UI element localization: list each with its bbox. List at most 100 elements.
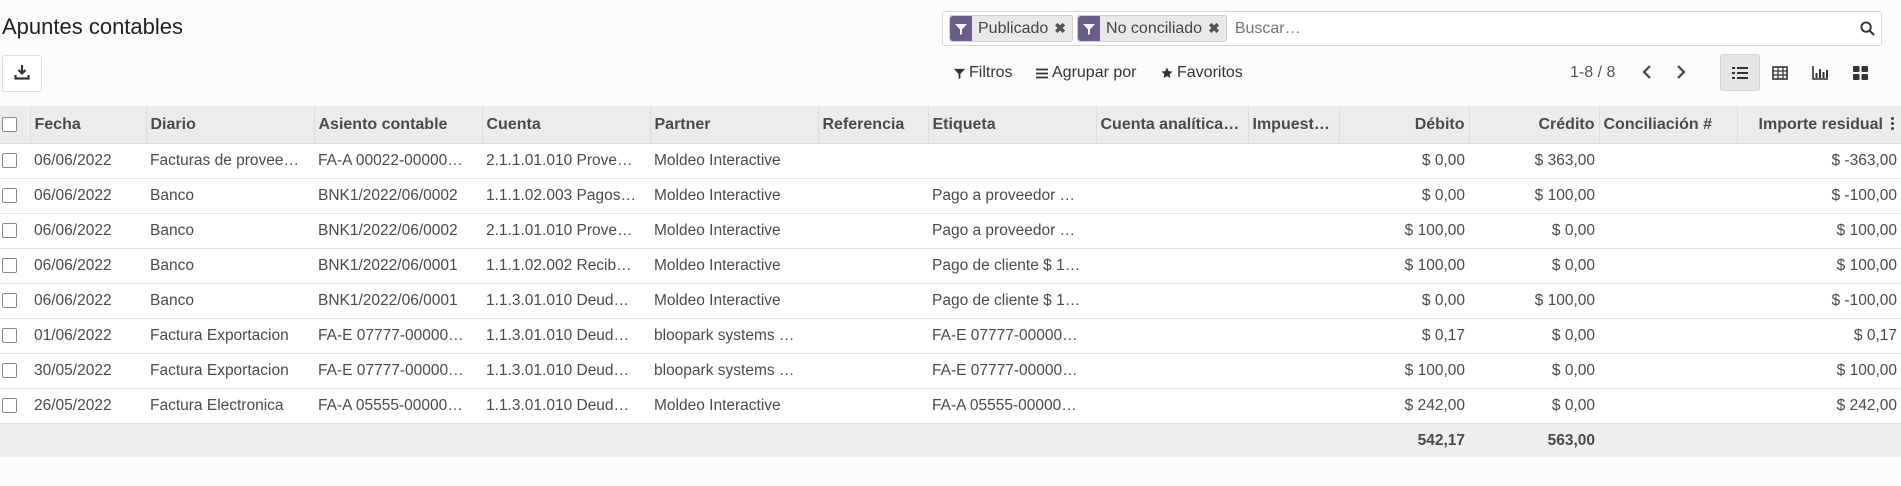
table-cell: 1.1.3.01.010 Deud… [482,318,650,354]
totals-row: 542,17 563,00 [0,423,1901,457]
table-cell: 06/06/2022 [30,248,146,284]
row-checkbox[interactable] [0,388,30,424]
table-cell: $ 0,17 [1737,318,1901,354]
table-row[interactable]: 06/06/2022 Banco BNK1/2022/06/0002 1.1.1.02… [0,178,1901,214]
table-cell: FA-E 07777-00000… [928,318,1096,354]
table-cell: $ 0,00 [1339,283,1469,319]
next-page-button[interactable] [1671,62,1691,82]
table-cell [818,143,928,179]
chevron-left-icon [1642,65,1651,79]
table-cell [1248,178,1339,214]
prev-page-button[interactable] [1637,62,1657,82]
facet-label: Publicado [978,19,1049,37]
table-cell: $ 0,00 [1469,388,1599,424]
pager-value[interactable]: 1-8 / 8 [1570,64,1615,82]
graph-view-button[interactable] [1800,54,1840,91]
remove-facet-icon[interactable]: ✖ [1208,20,1226,37]
table-row[interactable]: 06/06/2022 Facturas de provee… FA-A 00022-… [0,143,1901,179]
group-by-button[interactable]: Agrupar por [1036,64,1137,82]
table-cell: 2.1.1.01.010 Prove… [482,143,650,179]
col-diario[interactable]: Diario [146,106,315,144]
col-asiento[interactable]: Asiento contable [314,106,483,144]
row-checkbox[interactable] [0,318,30,354]
pivot-view-button[interactable] [1760,54,1800,91]
table-cell [1096,283,1248,319]
table-row[interactable]: 06/06/2022 Banco BNK1/2022/06/0002 2.1.1.01… [0,213,1901,249]
table-cell: 1.1.1.02.003 Pagos… [482,178,650,214]
table-cell: Pago de cliente $ 1… [928,283,1096,319]
row-checkbox[interactable] [0,248,30,284]
favorites-label: Favoritos [1177,64,1243,81]
col-cuenta[interactable]: Cuenta [482,106,651,144]
table-cell: $ -363,00 [1737,143,1901,179]
remove-facet-icon[interactable]: ✖ [1054,20,1072,37]
table-cell [1248,283,1339,319]
table-cell: Banco [146,178,314,214]
group-by-label: Agrupar por [1052,64,1137,81]
col-cuenta-analitica[interactable]: Cuenta analítica… [1096,106,1249,144]
table-cell: $ 100,00 [1339,353,1469,389]
col-impuestos[interactable]: Impuest… [1248,106,1340,144]
table-cell: $ 242,00 [1339,388,1469,424]
table-cell [1248,353,1339,389]
table-cell: BNK1/2022/06/0002 [314,178,482,214]
table-cell: Pago a proveedor … [928,213,1096,249]
download-icon [14,64,30,84]
facet-label: No conciliado [1106,19,1203,37]
row-checkbox[interactable] [0,143,30,179]
row-checkbox[interactable] [0,283,30,319]
col-etiqueta[interactable]: Etiqueta [928,106,1097,144]
optional-columns-icon[interactable] [1891,117,1895,132]
col-conciliacion[interactable]: Conciliación # [1599,106,1738,144]
kanban-view-button[interactable] [1840,54,1880,91]
table-cell: FA-A 00022-00000… [314,143,482,179]
facet-publicado[interactable]: Publicado ✖ [949,15,1074,42]
table-cell: Banco [146,213,314,249]
table-row[interactable]: 01/06/2022 Factura Exportacion FA-E 07777-… [0,318,1901,354]
table-cell [1096,213,1248,249]
table-cell [1599,213,1737,249]
row-checkbox[interactable] [0,353,30,389]
search-input[interactable] [1230,18,1853,39]
table-cell: $ -100,00 [1737,178,1901,214]
table-cell: $ 100,00 [1737,353,1901,389]
table-row[interactable]: 06/06/2022 Banco BNK1/2022/06/0001 1.1.1.02… [0,248,1901,284]
download-button[interactable] [2,55,42,92]
table-row[interactable]: 06/06/2022 Banco BNK1/2022/06/0001 1.1.3.01… [0,283,1901,319]
table-cell: $ 0,00 [1469,213,1599,249]
col-importe-residual[interactable]: Importe residual [1737,106,1901,144]
filters-button[interactable]: Filtros [954,64,1013,82]
table-cell: 06/06/2022 [30,143,146,179]
row-checkbox[interactable] [0,213,30,249]
table-cell: Moldeo Interactive [650,213,818,249]
table-cell [1096,248,1248,284]
table-cell: $ 363,00 [1469,143,1599,179]
search-bar[interactable]: Publicado ✖ No conciliado ✖ [942,11,1882,46]
chevron-right-icon [1677,65,1686,79]
table-row[interactable]: 30/05/2022 Factura Exportacion FA-E 07777-… [0,353,1901,389]
table-cell: BNK1/2022/06/0001 [314,248,482,284]
table-cell [818,283,928,319]
col-debito[interactable]: Débito [1339,106,1470,144]
table-row[interactable]: 26/05/2022 Factura Electronica FA-A 05555-… [0,388,1901,424]
favorites-button[interactable]: Favoritos [1161,64,1243,82]
select-all-checkbox[interactable] [0,106,31,144]
table-cell [1096,388,1248,424]
col-fecha[interactable]: Fecha [30,106,147,144]
facet-no-conciliado[interactable]: No conciliado ✖ [1077,15,1227,42]
search-icon[interactable] [1853,21,1881,36]
col-partner[interactable]: Partner [650,106,819,144]
table-cell [928,143,1096,179]
table-cell: Moldeo Interactive [650,178,818,214]
col-referencia[interactable]: Referencia [818,106,929,144]
table-cell [1599,248,1737,284]
table-cell [818,178,928,214]
table-cell: Facturas de provee… [146,143,314,179]
table-cell: FA-E 07777-00000… [928,353,1096,389]
table-cell: $ 0,17 [1339,318,1469,354]
table-cell [1599,283,1737,319]
col-credito[interactable]: Crédito [1469,106,1600,144]
row-checkbox[interactable] [0,178,30,214]
table-cell: $ 0,00 [1339,143,1469,179]
list-view-button[interactable] [1720,54,1760,91]
